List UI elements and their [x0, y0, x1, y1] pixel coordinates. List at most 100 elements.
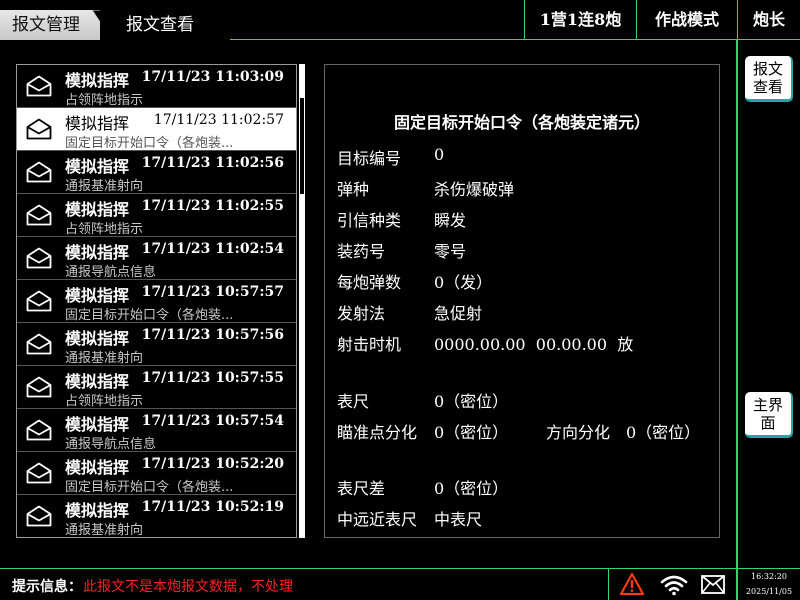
message-subject: 固定目标开始口令（各炮装... [65, 480, 234, 495]
scale-diff-label: 表尺差 [337, 479, 386, 498]
envelope-open-icon [26, 376, 52, 398]
charge-number-value: 零号 [434, 242, 467, 261]
message-title: 模拟指挥 [65, 415, 130, 434]
charge-number-label: 装药号 [337, 242, 386, 261]
scale-diff-value: 0（密位） [434, 479, 509, 498]
system-clock: 16:32:20 2025/11/05 [736, 569, 800, 600]
message-list-item[interactable]: 模拟指挥 17/11/23 11:02:55 占领阵地指示 [17, 194, 296, 237]
mail-icon[interactable] [701, 575, 725, 594]
target-number-value: 0 [434, 145, 445, 164]
fire-method-value: 急促射 [434, 304, 483, 323]
scale-value: 0（密位） [434, 392, 509, 411]
direction-division-label: 方向分化 [546, 423, 611, 442]
message-subject: 占领阵地指示 [65, 222, 144, 237]
main-screen-button-label: 主界面 [752, 396, 783, 432]
message-list-item[interactable]: 模拟指挥 17/11/23 10:52:20 固定目标开始口令（各炮装... [17, 452, 296, 495]
clock-time: 16:32:20 [751, 572, 787, 581]
role-label: 炮长 [737, 0, 800, 40]
message-list-item[interactable]: 模拟指挥 17/11/23 10:57:54 通报导航点信息 [17, 409, 296, 452]
envelope-open-icon [26, 247, 52, 269]
tab-message-management[interactable]: 报文管理 [0, 10, 112, 40]
rounds-per-gun-label: 每炮弹数 [337, 273, 402, 292]
message-view-button[interactable]: 报文查看 [745, 56, 793, 102]
message-list-item[interactable]: 模拟指挥 17/11/23 10:57:55 占领阵地指示 [17, 366, 296, 409]
message-time: 17/11/23 10:57:54 [141, 413, 284, 429]
message-time: 17/11/23 10:52:20 [141, 456, 284, 472]
message-time: 17/11/23 11:02:54 [141, 241, 284, 257]
message-list-item[interactable]: 模拟指挥 17/11/23 11:02:56 通报基准射向 [17, 151, 296, 194]
message-time: 17/11/23 11:03:09 [141, 69, 284, 85]
message-title: 模拟指挥 [65, 114, 130, 133]
message-subject: 占领阵地指示 [65, 93, 144, 108]
message-title: 模拟指挥 [65, 200, 130, 219]
message-time: 17/11/23 10:57:56 [141, 327, 284, 343]
aim-division-value: 0（密位） [434, 423, 509, 442]
right-sidebar: 报文查看 主界面 [736, 40, 800, 568]
aim-division-label: 瞄准点分化 [337, 423, 418, 442]
rounds-per-gun-value: 0（发） [434, 273, 493, 292]
message-subject: 通报基准射向 [65, 523, 144, 538]
wifi-icon[interactable] [660, 574, 688, 596]
message-subject: 通报导航点信息 [65, 265, 157, 280]
clock-date: 2025/11/05 [745, 587, 793, 596]
message-title: 模拟指挥 [65, 286, 130, 305]
message-time: 17/11/23 11:02:55 [141, 198, 284, 214]
message-title: 模拟指挥 [65, 458, 130, 477]
message-time: 17/11/23 10:57:57 [141, 284, 284, 300]
message-list-item[interactable]: 模拟指挥 17/11/23 11:02:54 通报导航点信息 [17, 237, 296, 280]
direction-division-value: 0（密位） [626, 423, 701, 442]
message-list-item[interactable]: 模拟指挥 17/11/23 10:57:56 通报基准射向 [17, 323, 296, 366]
range-scale-label: 中远近表尺 [337, 510, 418, 529]
message-subject: 占领阵地指示 [65, 394, 144, 409]
envelope-open-icon [26, 118, 52, 140]
status-message: 此报文不是本炮报文数据，不处理 [83, 579, 293, 595]
top-bar: 报文管理 报文查看 1营1连8炮 作战模式 炮长 [0, 0, 800, 40]
message-title: 模拟指挥 [65, 243, 130, 262]
fuse-type-label: 引信种类 [337, 211, 402, 230]
envelope-open-icon [26, 505, 52, 527]
envelope-open-icon [26, 462, 52, 484]
message-title: 模拟指挥 [65, 157, 130, 176]
list-scrollbar-thumb[interactable] [300, 98, 304, 194]
message-list-item[interactable]: 模拟指挥 17/11/23 10:57:57 固定目标开始口令（各炮装... [17, 280, 296, 323]
status-label: 提示信息： [12, 579, 82, 595]
envelope-open-icon [26, 419, 52, 441]
ammo-type-value: 杀伤爆破弹 [434, 180, 515, 199]
message-time: 17/11/23 11:02:57 [153, 112, 284, 128]
fire-method-label: 发射法 [337, 304, 386, 323]
status-icons [608, 569, 736, 600]
main-screen-button[interactable]: 主界面 [745, 392, 793, 438]
detail-title: 固定目标开始口令（各炮装定诸元） [393, 113, 650, 132]
message-list-item[interactable]: 模拟指挥 17/11/23 10:52:19 通报基准射向 [17, 495, 296, 538]
fuse-type-value: 瞬发 [434, 211, 467, 230]
message-title: 模拟指挥 [65, 71, 130, 90]
unit-label: 1营1连8炮 [524, 0, 636, 40]
range-scale-value: 中表尺 [434, 510, 483, 529]
message-subject: 通报基准射向 [65, 351, 144, 366]
scale-label: 表尺 [337, 392, 370, 411]
envelope-open-icon [26, 204, 52, 226]
message-subject: 固定目标开始口令（各炮装... [65, 308, 234, 323]
target-number-label: 目标编号 [337, 149, 402, 168]
envelope-open-icon [26, 290, 52, 312]
envelope-open-icon [26, 75, 52, 97]
message-time: 17/11/23 11:02:56 [141, 155, 284, 171]
message-title: 模拟指挥 [65, 501, 130, 520]
message-time: 17/11/23 10:57:55 [141, 370, 284, 386]
message-title: 模拟指挥 [65, 372, 130, 391]
message-list-item[interactable]: 模拟指挥 17/11/23 11:03:09 占领阵地指示 [17, 65, 296, 108]
message-list-item[interactable]: 模拟指挥 17/11/23 11:02:57 固定目标开始口令（各炮装... [17, 108, 296, 151]
message-view-button-label: 报文查看 [752, 60, 783, 96]
tab-message-view[interactable]: 报文查看 [100, 10, 230, 40]
fire-time-value: 0000.00.00 00.00.00 放 [434, 335, 634, 354]
envelope-open-icon [26, 161, 52, 183]
status-bar: 提示信息： 此报文不是本炮报文数据，不处理 16:32:20 2025/11/0… [0, 568, 800, 600]
fire-time-label: 射击时机 [337, 335, 402, 354]
message-list: 模拟指挥 17/11/23 11:03:09 占领阵地指示 模拟指挥 17/11/23 … [16, 64, 297, 538]
message-time: 17/11/23 10:52:19 [141, 499, 284, 515]
message-subject: 通报基准射向 [65, 179, 144, 194]
message-title: 模拟指挥 [65, 329, 130, 348]
ammo-type-label: 弹种 [337, 180, 370, 199]
envelope-open-icon [26, 333, 52, 355]
warning-icon[interactable] [620, 573, 644, 595]
